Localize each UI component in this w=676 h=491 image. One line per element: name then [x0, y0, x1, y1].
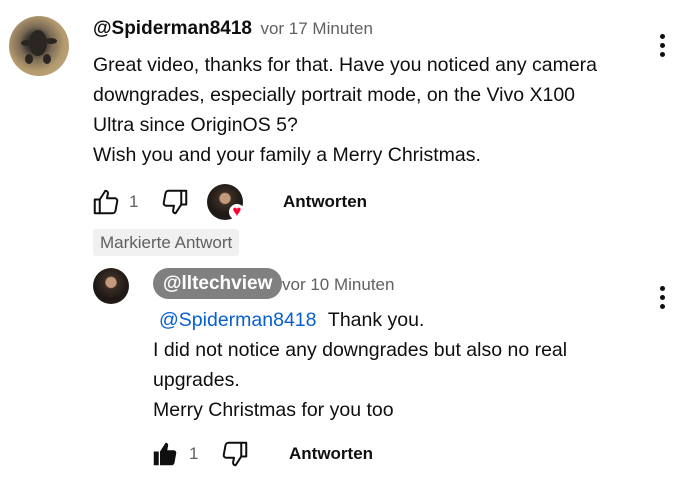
reply-reply-button[interactable]: Antworten	[289, 444, 373, 464]
heart-icon: ♥	[229, 204, 245, 220]
reply-like-count: 1	[189, 444, 199, 463]
reply-dislike-button[interactable]	[220, 439, 250, 469]
comment-line: downgrades, especially portrait mode, on…	[93, 84, 576, 106]
comment-line: Ultra since OriginOS 5?	[93, 114, 298, 136]
comment-time[interactable]: vor 17 Minuten	[260, 19, 372, 38]
reply-author-avatar[interactable]	[93, 268, 129, 304]
comment-header: @Spiderman8418 vor 17 Minuten	[93, 18, 373, 40]
more-vertical-icon[interactable]	[660, 34, 666, 61]
commenter-avatar[interactable]	[9, 16, 69, 76]
more-vertical-icon[interactable]	[660, 286, 666, 313]
reply-line: I did not notice any downgrades but also…	[153, 339, 568, 361]
reply-time[interactable]: vor 10 Minuten	[282, 275, 394, 295]
thumbs-down-outline-icon	[162, 189, 188, 215]
pinned-answer-badge: Markierte Antwort	[93, 229, 240, 256]
mention-link[interactable]: @Spiderman8418	[159, 309, 316, 331]
reply-button[interactable]: Antworten	[283, 192, 367, 212]
like-button[interactable]	[91, 187, 121, 217]
comment-line: Wish you and your family a Merry Christm…	[93, 144, 481, 166]
dislike-button[interactable]	[160, 187, 190, 217]
like-count: 1	[129, 192, 139, 211]
comment-text: Great video, thanks for that. Have you n…	[93, 50, 653, 170]
reply-first-line: @Spiderman8418 Thank you.	[153, 305, 653, 335]
reply-like-button[interactable]	[150, 439, 180, 469]
thumbs-down-outline-icon	[222, 441, 248, 467]
reply-text: @Spiderman8418 Thank you. I did not noti…	[153, 305, 653, 425]
comment-line: Great video, thanks for that. Have you n…	[93, 54, 598, 76]
reply-line: Thank you.	[327, 309, 425, 331]
reply-author-chip[interactable]: @lltechview	[153, 268, 283, 299]
thumbs-up-outline-icon	[93, 189, 119, 215]
comment-author[interactable]: @Spiderman8418	[93, 18, 252, 39]
reply-line: upgrades.	[153, 369, 240, 391]
reply-line: Merry Christmas for you too	[153, 399, 394, 421]
thumbs-up-filled-icon	[153, 442, 177, 466]
